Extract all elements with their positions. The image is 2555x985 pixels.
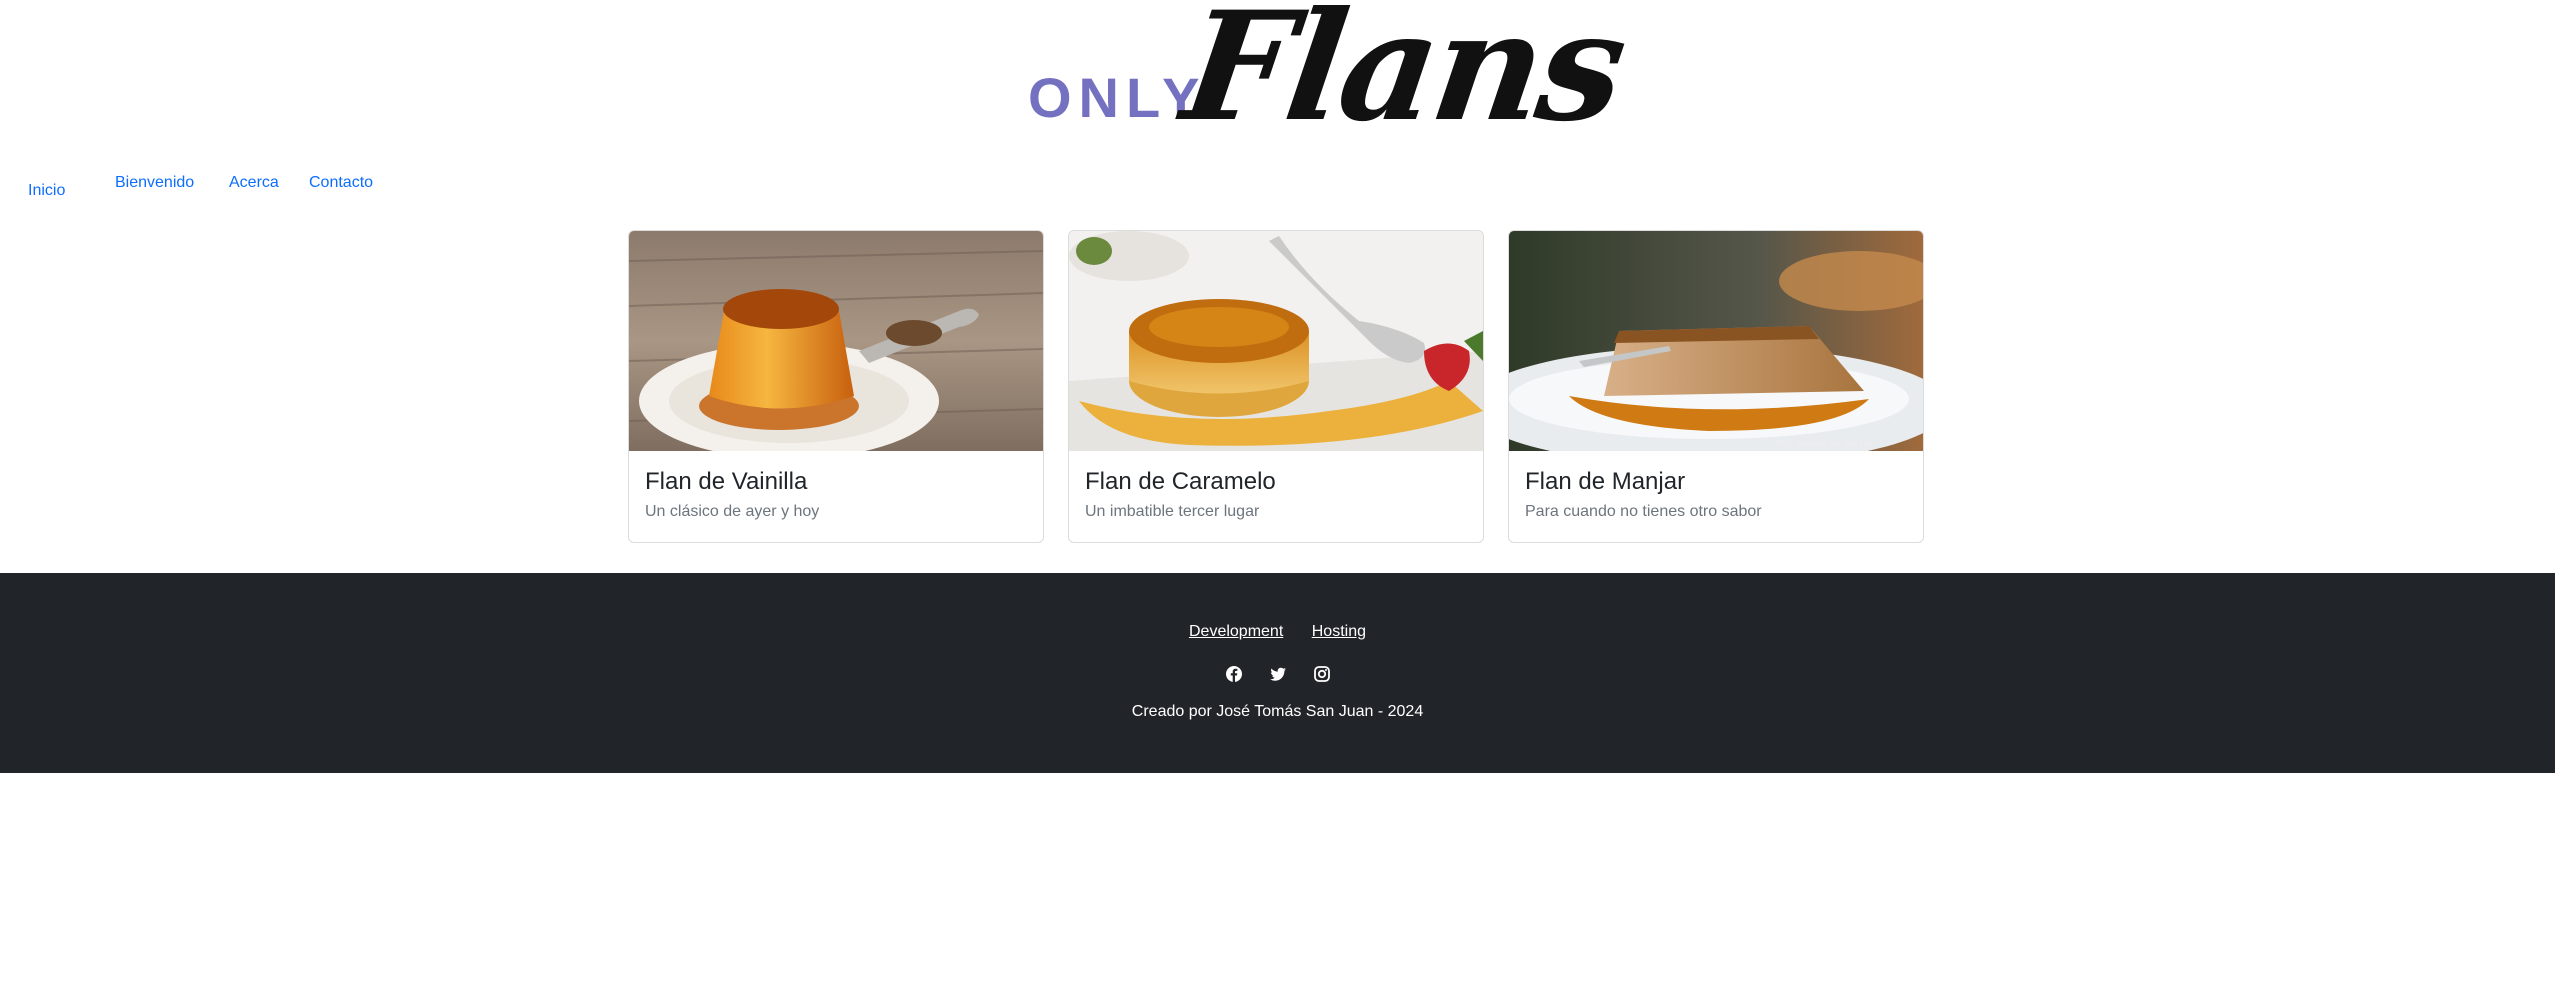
card-text: Para cuando no tienes otro sabor: [1525, 503, 1762, 520]
nav-link-contacto[interactable]: Contacto: [309, 174, 373, 192]
card-title: Flan de Manjar: [1525, 468, 1686, 495]
site-footer: Development Hosting Creado por José Tomá…: [0, 573, 2555, 773]
site-logo[interactable]: ONLY Flans: [1026, 0, 1633, 155]
card-image-caramelo: [1069, 231, 1483, 451]
twitter-icon[interactable]: [1269, 665, 1287, 683]
nav-link-inicio[interactable]: Inicio: [28, 182, 65, 200]
card-flan-manjar[interactable]: ©Mi Diario de Cocina Flan de Manjar Para…: [1508, 230, 1924, 543]
watermark-text: ©Mi Diario de Cocina: [1777, 439, 1874, 448]
logo-flans-text: Flans: [1173, 0, 1633, 155]
footer-credit: Creado por José Tomás San Juan - 2024: [1131, 703, 1424, 720]
facebook-icon[interactable]: [1225, 665, 1243, 683]
site-header: ONLY Flans: [0, 0, 2555, 155]
instagram-icon[interactable]: [1313, 665, 1331, 683]
card-text: Un imbatible tercer lugar: [1085, 503, 1260, 520]
footer-link-development[interactable]: Development: [1189, 623, 1283, 640]
flan-cards: Flan de Vainilla Un clásico de ayer y ho…: [628, 230, 1924, 545]
card-flan-vainilla[interactable]: Flan de Vainilla Un clásico de ayer y ho…: [628, 230, 1044, 543]
card-image-vainilla: [629, 231, 1043, 451]
card-text: Un clásico de ayer y hoy: [645, 503, 820, 520]
social-icons: [0, 665, 2555, 683]
footer-links: Development Hosting: [0, 623, 2555, 641]
card-image-manjar: ©Mi Diario de Cocina: [1509, 231, 1923, 451]
nav-link-acerca[interactable]: Acerca: [229, 174, 279, 192]
footer-link-hosting[interactable]: Hosting: [1312, 623, 1366, 640]
card-flan-caramelo[interactable]: Flan de Caramelo Un imbatible tercer lug…: [1068, 230, 1484, 543]
card-title: Flan de Vainilla: [645, 468, 808, 495]
nav-link-bienvenido[interactable]: Bienvenido: [115, 174, 194, 192]
main-nav: Inicio Bienvenido Acerca Contacto: [0, 170, 900, 210]
card-title: Flan de Caramelo: [1085, 468, 1276, 495]
